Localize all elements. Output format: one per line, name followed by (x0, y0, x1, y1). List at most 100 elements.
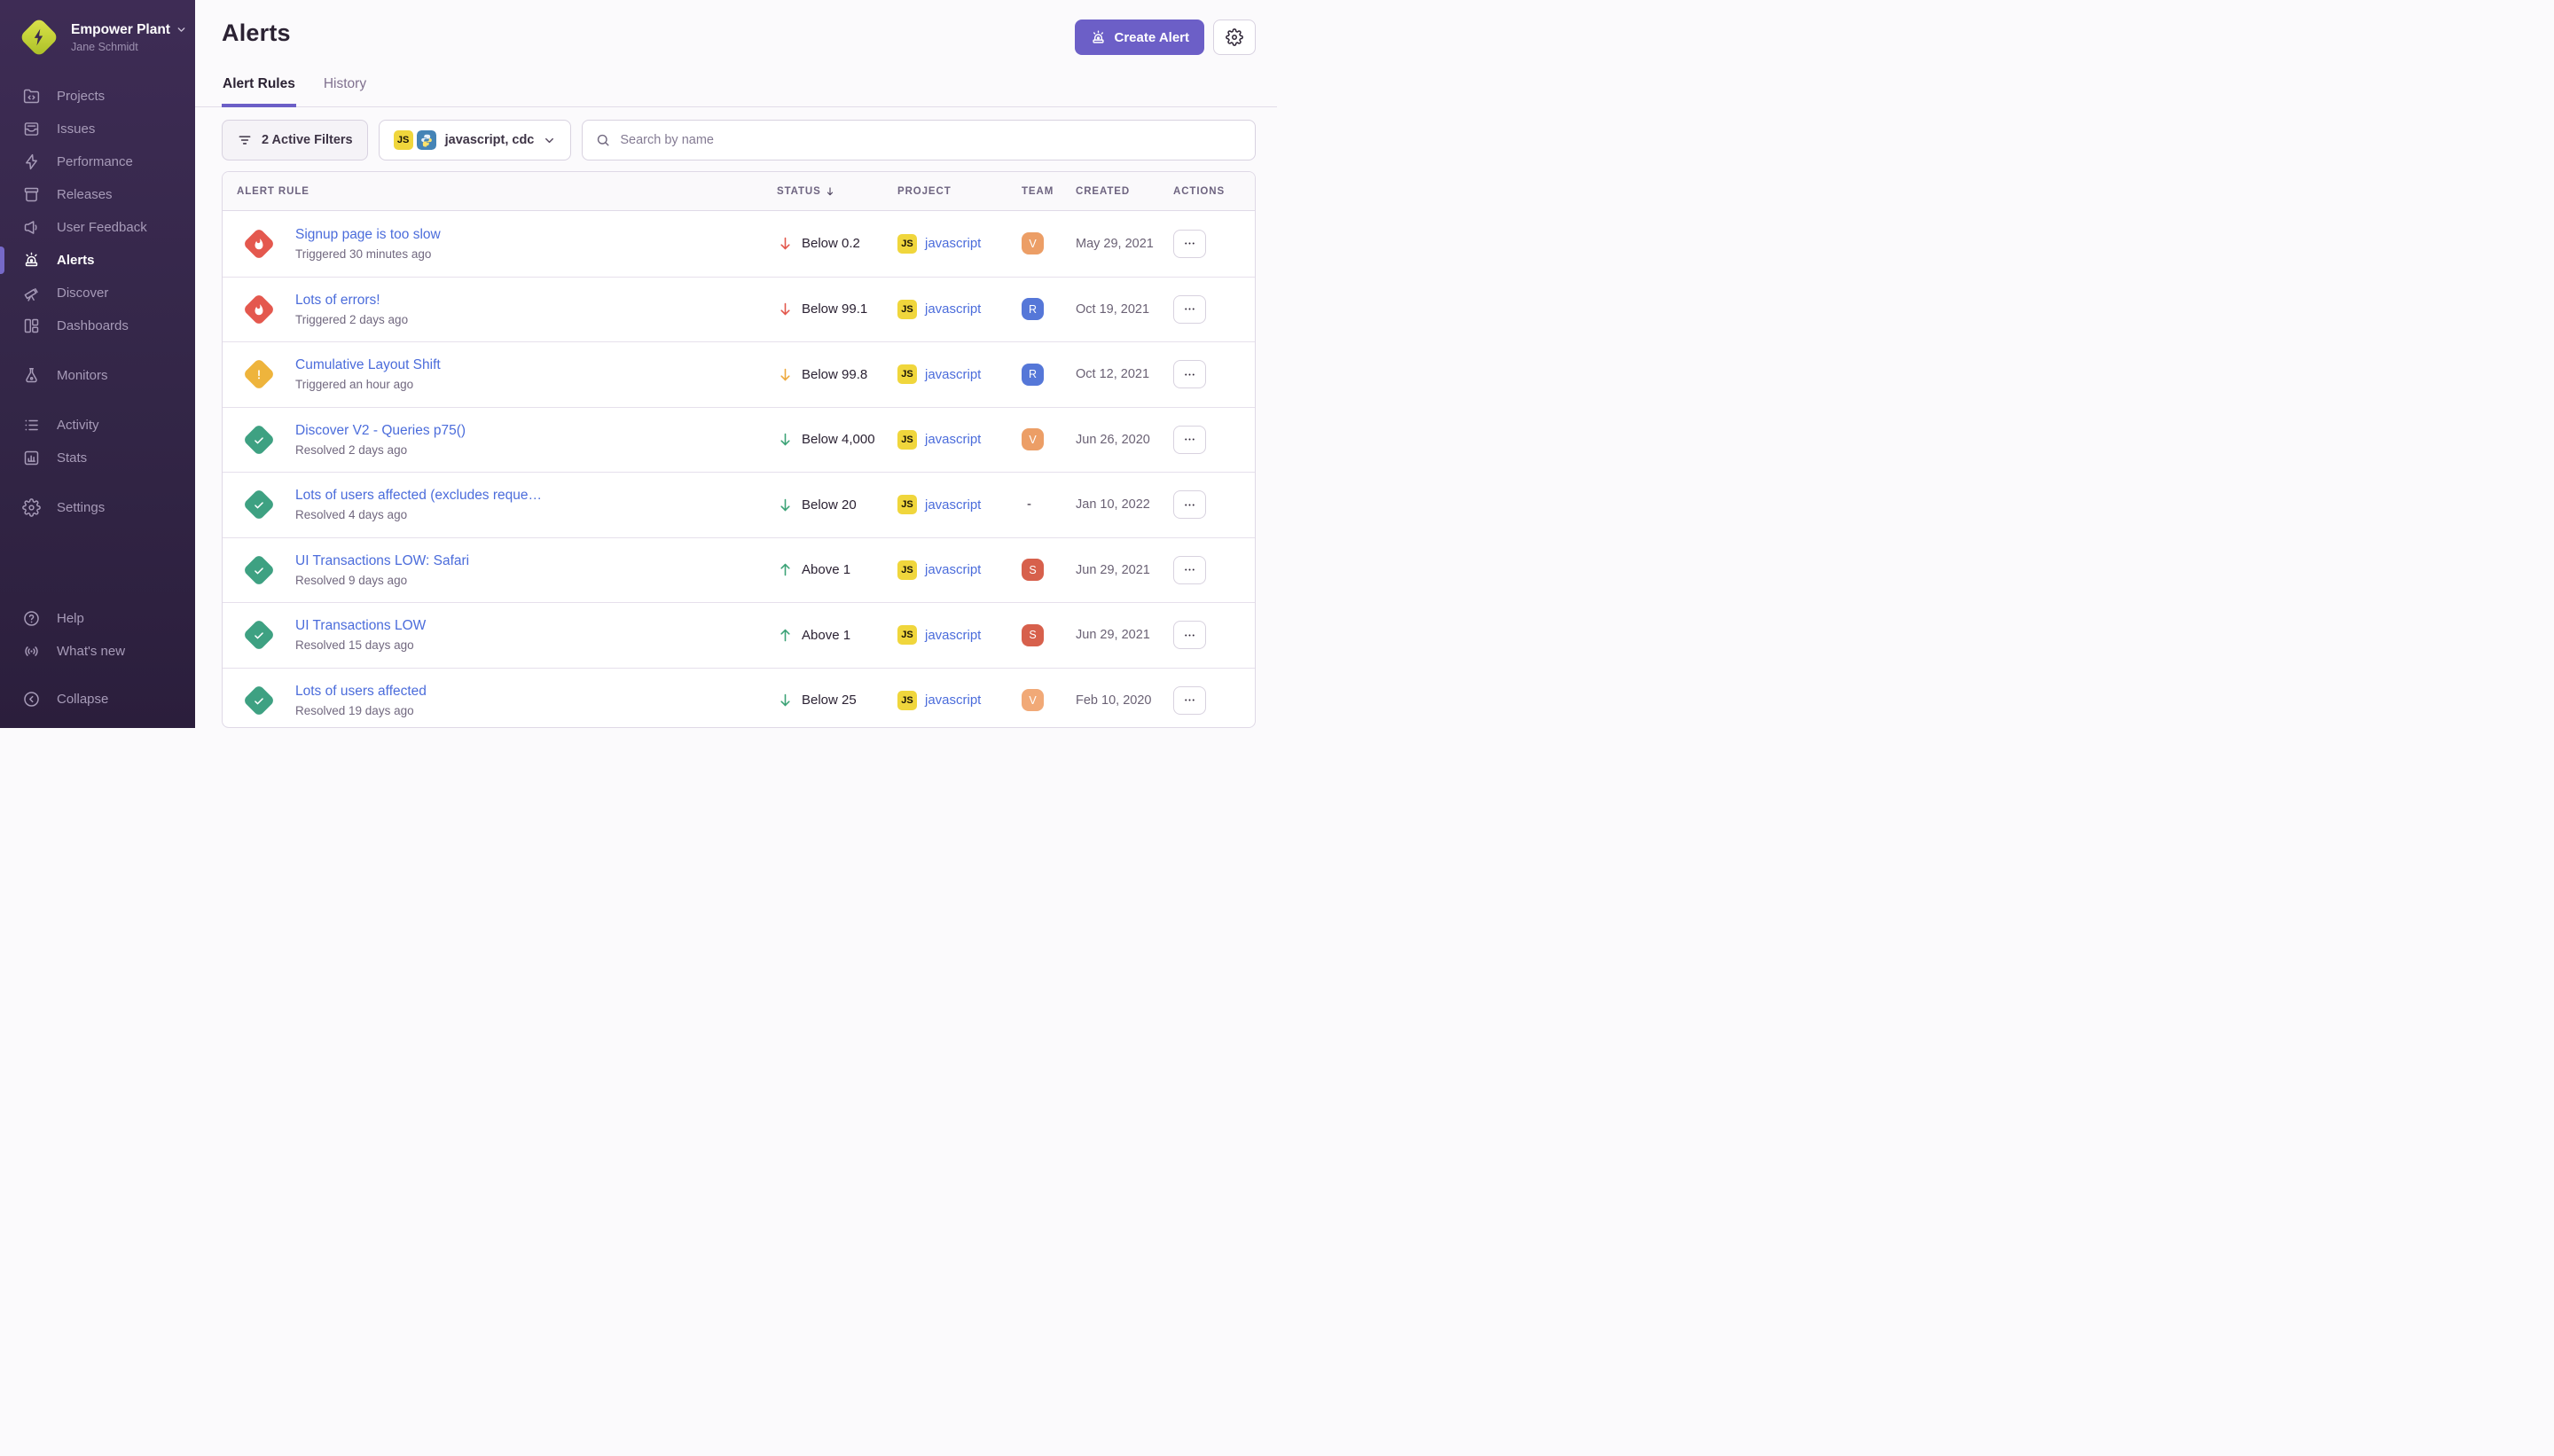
sidebar-item-monitors[interactable]: Monitors (0, 359, 195, 392)
sidebar-collapse-button[interactable]: Collapse (0, 683, 195, 716)
javascript-platform-icon: JS (897, 560, 917, 580)
table-header-row: ALERT RULESTATUSPROJECTTEAMCREATEDACTION… (223, 172, 1255, 211)
row-actions-button[interactable] (1173, 686, 1206, 715)
alert-rule-link[interactable]: Lots of errors! (295, 293, 408, 309)
stats-icon (22, 449, 41, 467)
app-root: Empower Plant Jane Schmidt Projects Issue… (0, 0, 1277, 728)
project-link[interactable]: javascript (925, 497, 981, 513)
lightning-bolt-icon (29, 27, 49, 47)
alert-rule-subtitle: Resolved 19 days ago (295, 704, 427, 717)
project-selector-dropdown[interactable]: JS javascript, cdc (379, 120, 572, 160)
project-link[interactable]: javascript (925, 236, 981, 251)
team-avatar[interactable]: R (1022, 364, 1044, 386)
status-value: Below 99.1 (802, 301, 867, 317)
status-cell: Below 99.8 (777, 366, 897, 383)
team-avatar[interactable]: V (1022, 428, 1044, 450)
sidebar-item-user-feedback[interactable]: User Feedback (0, 211, 195, 244)
sidebar-item-label: Projects (57, 89, 105, 104)
table-row: Lots of users affected (excludes reque… … (223, 472, 1255, 537)
sidebar-item-label: Help (57, 611, 84, 626)
check-icon (243, 489, 276, 521)
status-value: Below 25 (802, 693, 857, 708)
team-avatar[interactable]: R (1022, 298, 1044, 320)
alert-rule-link[interactable]: UI Transactions LOW: Safari (295, 553, 469, 569)
sidebar-item-settings[interactable]: Settings (0, 491, 195, 524)
alert-rule-link[interactable]: UI Transactions LOW (295, 618, 426, 634)
filters-row: 2 Active Filters JS javascript, cdc (195, 107, 1277, 160)
table-row: UI Transactions LOW Resolved 15 days ago… (223, 602, 1255, 668)
project-cell: JS javascript (897, 430, 1022, 450)
row-actions-button[interactable] (1173, 490, 1206, 519)
sidebar-item-alerts[interactable]: Alerts (0, 244, 195, 277)
team-cell: S (1022, 559, 1076, 581)
project-link[interactable]: javascript (925, 367, 981, 382)
sidebar-item-projects[interactable]: Projects (0, 80, 195, 113)
created-date: Feb 10, 2020 (1076, 693, 1173, 708)
sidebar-item-stats[interactable]: Stats (0, 442, 195, 474)
sidebar-item-what-s-new[interactable]: What's new (0, 635, 195, 668)
row-actions-button[interactable] (1173, 621, 1206, 649)
status-cell: Below 4,000 (777, 431, 897, 448)
team-avatar[interactable]: V (1022, 232, 1044, 254)
row-actions-button[interactable] (1173, 426, 1206, 454)
sidebar-item-dashboards[interactable]: Dashboards (0, 309, 195, 342)
search-icon (595, 132, 611, 148)
exclamation-icon (243, 358, 276, 391)
team-cell: R (1022, 298, 1076, 320)
team-cell: - (1022, 497, 1076, 513)
page-title: Alerts (222, 20, 291, 47)
create-alert-button[interactable]: Create Alert (1075, 20, 1204, 55)
project-link[interactable]: javascript (925, 628, 981, 643)
sidebar-item-label: Settings (57, 500, 105, 515)
performance-icon (22, 153, 41, 171)
alert-rule-subtitle: Resolved 4 days ago (295, 508, 542, 521)
sidebar-item-activity[interactable]: Activity (0, 409, 195, 442)
org-switcher[interactable]: Empower Plant Jane Schmidt (0, 0, 195, 57)
search-input[interactable] (620, 133, 1242, 147)
alert-rule-link[interactable]: Lots of users affected (excludes reque… (295, 488, 542, 504)
created-date: Jun 29, 2021 (1076, 563, 1173, 577)
team-cell: R (1022, 364, 1076, 386)
sidebar-item-help[interactable]: Help (0, 602, 195, 635)
alert-rule-link[interactable]: Lots of users affected (295, 684, 427, 700)
nav-section: Settings (0, 491, 195, 524)
row-actions-button[interactable] (1173, 230, 1206, 258)
tab-alert-rules[interactable]: Alert Rules (222, 71, 296, 107)
project-link[interactable]: javascript (925, 693, 981, 708)
project-link[interactable]: javascript (925, 562, 981, 577)
sidebar-nav: Projects IssuesPerformanceReleasesUser Fe… (0, 80, 195, 524)
project-link[interactable]: javascript (925, 301, 981, 317)
row-actions-button[interactable] (1173, 295, 1206, 324)
alert-rule-link[interactable]: Signup page is too slow (295, 227, 441, 243)
sidebar-item-label: Dashboards (57, 318, 129, 333)
settings-button[interactable] (1213, 20, 1256, 55)
team-avatar[interactable]: V (1022, 689, 1044, 711)
ellipsis-icon (1182, 432, 1197, 447)
tab-history[interactable]: History (323, 71, 367, 107)
team-cell: V (1022, 689, 1076, 711)
team-avatar[interactable]: S (1022, 559, 1044, 581)
column-header-created: CREATED (1076, 186, 1173, 197)
alert-rule-subtitle: Triggered an hour ago (295, 378, 441, 391)
alert-rule-subtitle: Resolved 2 days ago (295, 443, 466, 457)
chevron-down-icon (543, 134, 556, 147)
column-header-status[interactable]: STATUS (777, 185, 897, 198)
settings-icon (22, 498, 41, 517)
alert-rule-link[interactable]: Discover V2 - Queries p75() (295, 423, 466, 439)
row-actions-button[interactable] (1173, 360, 1206, 388)
sidebar-item-discover[interactable]: Discover (0, 277, 195, 309)
alert-rule-link[interactable]: Cumulative Layout Shift (295, 357, 441, 373)
org-logo (20, 18, 59, 57)
row-actions-button[interactable] (1173, 556, 1206, 584)
sidebar-item-performance[interactable]: Performance (0, 145, 195, 178)
sidebar-item-issues[interactable]: Issues (0, 113, 195, 145)
project-cell: JS javascript (897, 625, 1022, 645)
status-value: Above 1 (802, 628, 850, 643)
sidebar-item-releases[interactable]: Releases (0, 178, 195, 211)
active-filters-button[interactable]: 2 Active Filters (222, 120, 368, 160)
team-avatar[interactable]: S (1022, 624, 1044, 646)
arrow-down-icon (777, 366, 794, 383)
javascript-platform-icon: JS (897, 234, 917, 254)
activity-icon (22, 416, 41, 434)
project-link[interactable]: javascript (925, 432, 981, 447)
